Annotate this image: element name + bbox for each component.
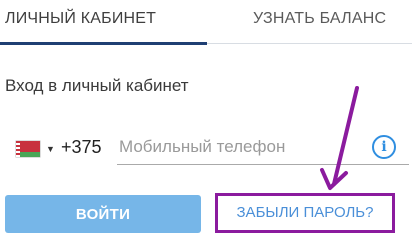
forgot-password-link[interactable]: ЗАБЫЛИ ПАРОЛЬ? xyxy=(215,193,395,233)
phone-input[interactable] xyxy=(117,130,409,165)
country-selector[interactable]: ▼ xyxy=(16,138,55,160)
caret-down-icon: ▼ xyxy=(46,144,55,154)
tab-bar: ЛИЧНЫЙ КАБИНЕТ УЗНАТЬ БАЛАНС xyxy=(0,0,412,46)
login-title: Вход в личный кабинет xyxy=(5,76,189,95)
active-tab-indicator xyxy=(0,42,207,45)
info-icon[interactable]: i xyxy=(372,135,396,159)
login-button[interactable]: ВОЙТИ xyxy=(5,195,201,233)
belarus-flag-icon xyxy=(16,141,40,157)
tab-divider xyxy=(207,43,412,44)
tab-check-balance[interactable]: УЗНАТЬ БАЛАНС xyxy=(253,10,386,28)
tab-personal-account[interactable]: ЛИЧНЫЙ КАБИНЕТ xyxy=(5,10,156,28)
country-code: +375 xyxy=(61,137,102,157)
